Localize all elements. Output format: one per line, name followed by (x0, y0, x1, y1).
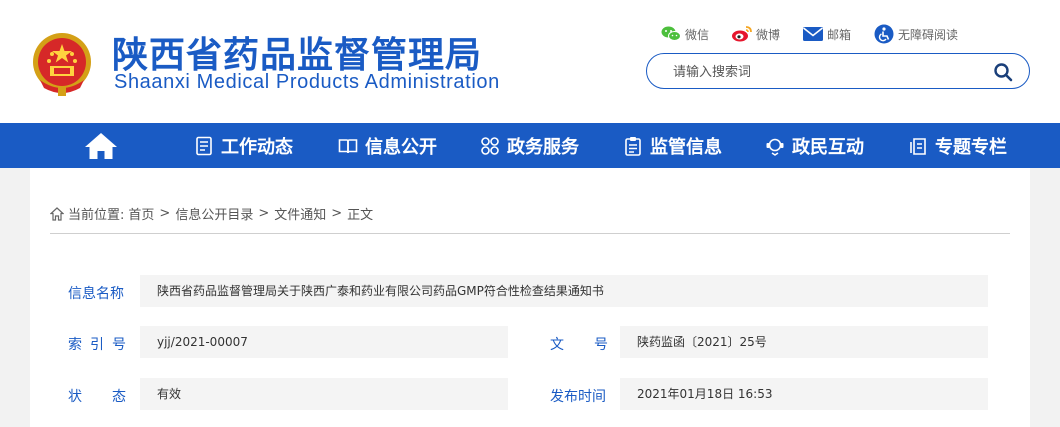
mail-icon (803, 27, 824, 41)
mail-link[interactable]: 邮箱 (802, 22, 851, 46)
search-icon[interactable] (993, 62, 1013, 82)
nav-item-supervision-info[interactable]: 监管信息 (623, 123, 722, 168)
search-input[interactable] (673, 62, 973, 82)
nav-label-supervision-info: 监管信息 (650, 136, 722, 158)
interaction-icon (766, 138, 784, 156)
breadcrumb: 当前位置: 首页 > 信息公开目录 > 文件通知 > 正文 (50, 204, 373, 223)
breadcrumb-home-icon (50, 206, 64, 221)
breadcrumb-prefix: 当前位置: (68, 208, 125, 223)
nav-label-info-disclosure: 信息公开 (365, 136, 437, 158)
breadcrumb-file-notices[interactable]: 文件通知 (274, 204, 326, 223)
accessibility-label: 无障碍阅读 (898, 27, 959, 42)
wechat-icon (661, 26, 681, 41)
mail-label: 邮箱 (827, 27, 852, 42)
article-content: 当前位置: 首页 > 信息公开目录 > 文件通知 > 正文 信息名称 陕西省药品… (30, 168, 1030, 427)
clipboard-icon (625, 136, 641, 156)
accessibility-icon (874, 24, 894, 44)
nav-label-public-interaction: 政民互动 (792, 136, 864, 158)
main-nav: 工作动态 信息公开 政务服务 监管信息 政民互动 专题专栏 (0, 123, 1060, 168)
nav-item-work-news[interactable]: 工作动态 (194, 123, 293, 168)
grid-circles-icon (481, 136, 499, 155)
site-header: 陕西省药品监督管理局 Shaanxi Medical Products Admi… (0, 0, 1060, 123)
breadcrumb-separator: > (258, 206, 270, 221)
wechat-label: 微信 (685, 27, 710, 42)
breadcrumb-divider (50, 233, 1010, 234)
status-value: 有效 (140, 378, 508, 410)
breadcrumb-separator: > (331, 206, 343, 221)
breadcrumb-current: 正文 (347, 208, 374, 223)
header-tools: 微信 微博 邮箱 无障碍阅读 (660, 22, 980, 46)
home-icon[interactable] (84, 132, 118, 160)
info-name-label: 信息名称 (68, 286, 124, 302)
publish-time-value: 2021年01月18日 16:53 (620, 378, 988, 410)
index-label: 索引号 (68, 337, 134, 353)
nav-item-info-disclosure[interactable]: 信息公开 (338, 123, 437, 168)
search-box (646, 53, 1030, 89)
nav-item-gov-services[interactable]: 政务服务 (480, 123, 579, 168)
accessibility-link[interactable]: 无障碍阅读 (873, 22, 958, 46)
weibo-link[interactable]: 微博 (731, 22, 780, 46)
open-book-icon (338, 138, 358, 153)
nav-item-special-topics[interactable]: 专题专栏 (908, 123, 1007, 168)
national-emblem-icon[interactable] (30, 30, 94, 98)
breadcrumb-home[interactable]: 首页 (128, 204, 154, 223)
publish-time-label: 发布时间 (550, 389, 606, 405)
info-name-value: 陕西省药品监督管理局关于陕西广泰和药业有限公司药品GMP符合性检查结果通知书 (140, 275, 988, 307)
topic-docs-icon (910, 137, 926, 155)
breadcrumb-separator: > (159, 206, 171, 221)
weibo-label: 微博 (756, 27, 781, 42)
nav-item-public-interaction[interactable]: 政民互动 (765, 123, 864, 168)
wechat-link[interactable]: 微信 (660, 22, 709, 46)
nav-label-work-news: 工作动态 (221, 136, 293, 158)
nav-label-special-topics: 专题专栏 (935, 136, 1007, 158)
doc-number-value: 陕药监函〔2021〕25号 (620, 326, 988, 358)
index-value: yjj/2021-00007 (140, 326, 508, 358)
weibo-icon (732, 26, 752, 42)
document-list-icon (196, 136, 212, 155)
breadcrumb-info-catalog[interactable]: 信息公开目录 (175, 204, 253, 223)
nav-label-gov-services: 政务服务 (507, 136, 579, 158)
site-name-english[interactable]: Shaanxi Medical Products Administration (114, 71, 500, 94)
